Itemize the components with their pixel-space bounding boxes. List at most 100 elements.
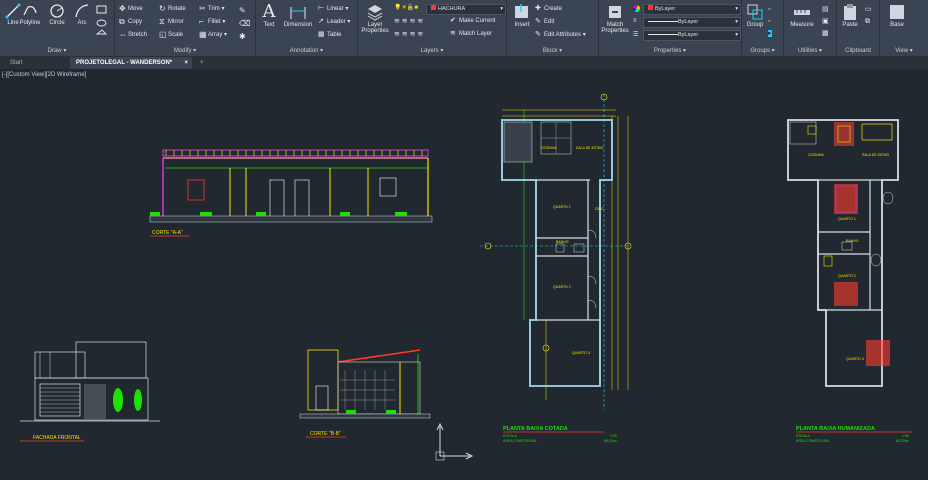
clipboard-panel-title[interactable]: Clipboard bbox=[837, 48, 879, 54]
layer-state-icons[interactable]: 💡☀🔓■ bbox=[394, 4, 418, 11]
paste-button[interactable]: Paste bbox=[837, 3, 863, 28]
properties-panel-title[interactable]: Properties ▾ bbox=[599, 47, 741, 54]
circle-icon bbox=[50, 4, 64, 18]
plan2-scale-value: 1:50 bbox=[902, 434, 909, 438]
match-properties-button[interactable]: Match Properties bbox=[601, 3, 629, 34]
mirror-icon: ⧖ bbox=[159, 17, 165, 26]
rotate-button[interactable]: ↻ Rotate bbox=[159, 5, 186, 13]
arc-button[interactable]: Arc bbox=[69, 3, 95, 26]
ucs-icon bbox=[435, 422, 474, 461]
group-side-icons[interactable]: ▫ ▫ ▸ bbox=[768, 4, 780, 40]
groups-panel-title[interactable]: Groups ▾ bbox=[742, 47, 783, 54]
layer-properties-icon bbox=[367, 5, 383, 21]
layer-tools-row1[interactable]: ≋ ≋ ≋ ≋ bbox=[394, 17, 423, 25]
dimension-icon bbox=[290, 7, 306, 19]
modify-panel: ✥ Move ↻ Rotate ✂ Trim ▾ ⧉ Copy ⧖ Mirror ⌐ Fil… bbox=[115, 0, 256, 56]
utilities-side-icons[interactable]: ▤ ▣ ▦ bbox=[822, 4, 829, 40]
color-dropdown[interactable]: ByLayer ▾ bbox=[643, 4, 741, 15]
scale-icon: ◱ bbox=[159, 30, 167, 39]
section-b-drawing bbox=[299, 349, 431, 419]
mirror-button[interactable]: ⧖ Mirror bbox=[159, 17, 184, 26]
layer-color-swatch bbox=[431, 5, 436, 10]
edit-attributes-button[interactable]: ✎ Edit Attributes ▾ bbox=[535, 31, 586, 38]
plan2-room-quarto3: QUARTO 3 bbox=[846, 357, 864, 361]
draw-panel: Line Polyline Circle Arc Draw ▾ bbox=[0, 0, 115, 56]
group-button[interactable]: Group bbox=[742, 3, 768, 28]
utilities-panel-title[interactable]: Utilities ▾ bbox=[784, 47, 836, 54]
base-icon bbox=[890, 5, 904, 19]
view-panel-title[interactable]: View ▾ bbox=[880, 47, 928, 54]
erase-icon[interactable]: ⌫ bbox=[239, 17, 250, 30]
edit-attributes-icon: ✎ bbox=[535, 31, 541, 38]
plan1-title: PLANTA BAIXA COTADA bbox=[503, 426, 568, 432]
tab-active-drawing[interactable]: PROJETOLEGAL - WANDERSON* × bbox=[70, 57, 192, 69]
text-button[interactable]: A Text bbox=[256, 1, 282, 29]
insert-icon bbox=[515, 4, 528, 18]
linetype-icon: ≡ bbox=[633, 18, 637, 24]
annotation-panel-title[interactable]: Annotation ▾ bbox=[256, 47, 357, 54]
layer-dropdown[interactable]: HACHURA ▾ bbox=[426, 4, 506, 15]
base-button[interactable]: Base bbox=[884, 3, 910, 28]
copy-icon: ⧉ bbox=[119, 17, 125, 26]
plan1-scale-label: ESCALA bbox=[503, 434, 517, 438]
plan1-room-circ: CIRC. bbox=[595, 207, 605, 211]
close-tab-icon[interactable]: × bbox=[184, 57, 188, 69]
linear-icon: ⊢ bbox=[318, 5, 325, 12]
text-icon: A bbox=[262, 1, 276, 22]
edit-block-button[interactable]: ✎ Edit bbox=[535, 18, 554, 25]
table-icon: ▦ bbox=[318, 31, 325, 38]
section-b-label: CORTE "B-B" bbox=[310, 431, 341, 437]
match-layer-button[interactable]: ≋ Match Layer bbox=[450, 30, 492, 37]
block-panel-title[interactable]: Block ▾ bbox=[507, 47, 598, 54]
stretch-button[interactable]: ⇔Stretch bbox=[119, 31, 147, 39]
plan1-room-banho: BANHO bbox=[556, 240, 569, 244]
tab-start[interactable]: Start bbox=[4, 57, 29, 69]
copy-button[interactable]: ⧉ Copy bbox=[119, 17, 142, 26]
plan2-room-cozinha: COZINHA bbox=[808, 153, 824, 157]
plan1-room-sala: SALA DE ESTAR bbox=[576, 146, 603, 150]
dimension-button[interactable]: Dimension bbox=[280, 3, 316, 28]
clipboard-side-icons[interactable]: ▭ ⧉ bbox=[865, 4, 872, 28]
trim-icon: ✂ bbox=[199, 4, 206, 13]
make-current-button[interactable]: ✔ Make Current bbox=[450, 17, 495, 24]
plan2-room-quarto2: QUARTO 2 bbox=[838, 274, 856, 278]
layers-panel: Layer Properties 💡☀🔓■ HACHURA ▾ ≋ ≋ ≋ ≋ ✔… bbox=[358, 0, 507, 56]
plan1-scale-value: 1:50 bbox=[610, 434, 617, 438]
modify-panel-title[interactable]: Modify ▾ bbox=[115, 47, 255, 54]
scale-button[interactable]: ◱Scale bbox=[159, 30, 183, 39]
draw-extra-tools[interactable] bbox=[95, 4, 111, 40]
fillet-button[interactable]: ⌐ Fillet ▾ bbox=[199, 18, 225, 26]
section-a-label: CORTE "A-A" bbox=[152, 230, 183, 236]
block-panel: Insert ✚ Create ✎ Edit ✎ Edit Attributes ▾ … bbox=[507, 0, 599, 56]
paste-icon bbox=[844, 4, 856, 20]
linear-button[interactable]: ⊢ Linear ▾ bbox=[318, 5, 348, 12]
table-button[interactable]: ▦ Table bbox=[318, 31, 341, 38]
color-wheel-icon[interactable] bbox=[633, 5, 640, 12]
ribbon: Line Polyline Circle Arc Draw ▾ ✥ Move ↻ R… bbox=[0, 0, 928, 57]
document-tab-bar: Start PROJETOLEGAL - WANDERSON* × + bbox=[0, 57, 928, 69]
leader-button[interactable]: ↗ Leader ▾ bbox=[318, 18, 350, 25]
circle-button[interactable]: Circle bbox=[44, 3, 70, 26]
create-block-button[interactable]: ✚ Create bbox=[535, 5, 562, 12]
drawing-canvas[interactable]: CORTE "A-A" FACHADA FRONTAL CORTE "B-B" … bbox=[0, 70, 928, 480]
drawing-viewport[interactable]: [-][Custom View][2D Wireframe] CORTE "A-… bbox=[0, 70, 928, 480]
polyline-button[interactable]: Polyline bbox=[15, 3, 45, 26]
array-icon: ▦ bbox=[199, 30, 207, 39]
lineweight-dropdown[interactable]: ByLayer ▾ bbox=[643, 30, 741, 41]
layers-panel-title[interactable]: Layers ▾ bbox=[358, 47, 506, 54]
pencil-icon[interactable]: ✎ bbox=[239, 4, 250, 17]
linetype-dropdown[interactable]: ByLayer ▾ bbox=[643, 17, 741, 28]
insert-button[interactable]: Insert bbox=[509, 3, 535, 28]
group-icon bbox=[747, 4, 763, 20]
array-button[interactable]: ▦Array ▾ bbox=[199, 30, 227, 39]
draw-panel-title[interactable]: Draw ▾ bbox=[0, 47, 114, 54]
layer-tools-row2[interactable]: ≋ ≋ ≋ ≋ bbox=[394, 30, 423, 38]
layer-properties-button[interactable]: Layer Properties bbox=[360, 3, 390, 34]
new-tab-button[interactable]: + bbox=[194, 57, 210, 69]
measure-button[interactable]: Measure bbox=[786, 3, 818, 28]
modify-extra-icons[interactable]: ✎ ⌫ ✱ bbox=[239, 4, 250, 43]
arc-icon bbox=[75, 4, 89, 18]
explode-icon[interactable]: ✱ bbox=[239, 30, 250, 43]
move-button[interactable]: ✥ Move bbox=[119, 5, 143, 13]
trim-button[interactable]: ✂ Trim ▾ bbox=[199, 4, 224, 13]
